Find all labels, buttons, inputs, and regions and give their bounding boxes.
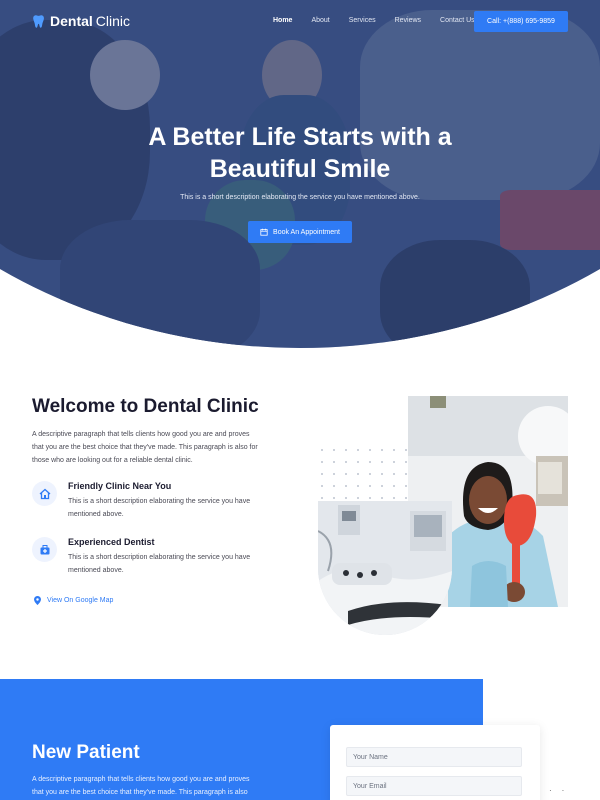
new-patient-paragraph-line: that you are the best choice that they'v… [32, 789, 248, 796]
top-nav: Dental Clinic Home About Services Review… [0, 0, 600, 44]
new-patient-paragraph: A descriptive paragraph that tells clien… [32, 773, 250, 799]
book-appointment-label: Book An Appointment [273, 228, 340, 236]
hero-description: This is a short description elaborating … [180, 194, 420, 201]
google-map-label: View On Google Map [47, 597, 114, 604]
welcome-paragraph-line: those who are looking out for a reliable… [32, 457, 193, 464]
feature-description: This is a short description elaborating … [68, 495, 250, 521]
feature-description-line: This is a short description elaborating … [68, 498, 251, 505]
hero-title: A Better Life Starts with a Beautiful Sm… [0, 121, 600, 185]
nav-menu: Home About Services Reviews Contact Us [273, 17, 494, 24]
email-field[interactable]: Your Email [346, 776, 522, 796]
welcome-paragraph-line: that you are the best choice that they'v… [32, 444, 258, 451]
new-patient-paragraph-line: A descriptive paragraph that tells clien… [32, 776, 250, 783]
brand-name-rest: Clinic [95, 13, 131, 29]
feature-friendly-clinic: Friendly Clinic Near You This is a short… [32, 481, 282, 525]
hero-section: Dental Clinic Home About Services Review… [0, 0, 600, 348]
tooth-icon [33, 14, 44, 28]
dental-chair-photo [318, 501, 452, 635]
brand-logo[interactable]: Dental Clinic [32, 13, 130, 29]
map-pin-icon [34, 596, 41, 605]
nav-item-contact[interactable]: Contact Us [440, 17, 475, 24]
feature-description-line: This is a short description elaborating … [68, 554, 251, 561]
nav-item-reviews[interactable]: Reviews [395, 17, 421, 24]
hero-title-line: Beautiful Smile [209, 155, 391, 183]
new-patient-title: New Patient [32, 742, 140, 763]
feature-description-line: mentioned above. [68, 567, 124, 574]
medical-bag-icon [32, 537, 57, 562]
feature-description: This is a short description elaborating … [68, 551, 250, 577]
nav-item-services[interactable]: Services [349, 17, 376, 24]
feature-description-line: mentioned above. [68, 511, 124, 518]
call-button[interactable]: Call: +(888) 695-9859 [474, 11, 568, 32]
brand-name-bold: Dental [50, 13, 93, 29]
feature-title: Experienced Dentist [68, 537, 155, 547]
nav-item-about[interactable]: About [311, 17, 329, 24]
feature-title: Friendly Clinic Near You [68, 481, 172, 491]
name-field[interactable]: Your Name [346, 747, 522, 767]
welcome-paragraph: A descriptive paragraph that tells clien… [32, 428, 258, 467]
appointment-form: Your Name Your Email [330, 725, 540, 800]
nav-item-home[interactable]: Home [273, 17, 292, 24]
decorative-dots: ·· [549, 786, 575, 795]
calendar-icon [260, 228, 268, 236]
hero-title-line: A Better Life Starts with a [148, 123, 452, 151]
google-map-link[interactable]: View On Google Map [34, 596, 113, 605]
feature-experienced-dentist: Experienced Dentist This is a short desc… [32, 537, 282, 581]
welcome-paragraph-line: A descriptive paragraph that tells clien… [32, 431, 250, 438]
book-appointment-button[interactable]: Book An Appointment [248, 221, 352, 243]
welcome-title: Welcome to Dental Clinic [32, 396, 259, 417]
home-icon [32, 481, 57, 506]
